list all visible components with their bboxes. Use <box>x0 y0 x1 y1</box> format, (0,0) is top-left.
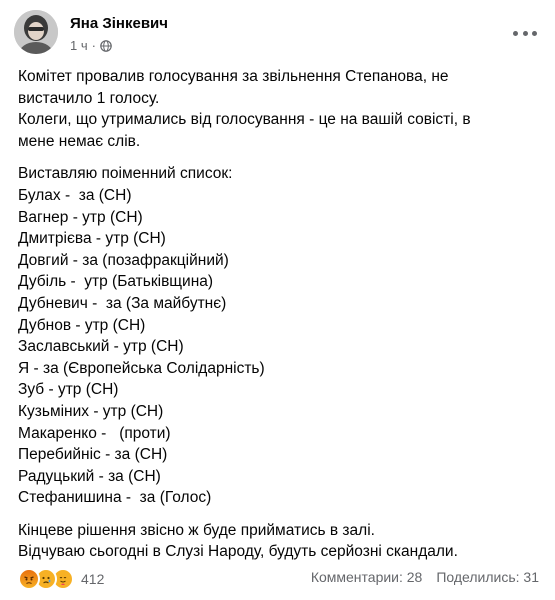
angry-reaction-icon <box>18 568 40 590</box>
vote-item: Зуб - утр (СН) <box>18 381 119 399</box>
vote-item: Дмитрієва - утр (СН) <box>18 230 166 248</box>
post-time[interactable]: 1 ч <box>70 38 88 53</box>
list-intro: Виставляю поіменний список: <box>18 165 233 183</box>
comments-count[interactable]: Комментарии: 28 <box>311 569 423 585</box>
vote-item: Вагнер - утр (СН) <box>18 208 143 226</box>
text-line: мене немає слів. <box>18 132 141 150</box>
text-line: Колеги, що утримались від голосування - … <box>18 111 471 129</box>
vote-item: Дубнов - утр (СН) <box>18 316 146 334</box>
vote-list: Виставляю поіменний список: Булах - за (… <box>18 163 538 509</box>
text-line: вистачило 1 голосу. <box>18 89 160 107</box>
vote-item: Макаренко - (проти) <box>18 424 171 442</box>
facebook-post: Яна Зінкевич 1 ч · Комітет провалив голо… <box>0 0 555 600</box>
vote-item: Стефанишина - за (Голос) <box>18 489 212 507</box>
post-footer: 412 Комментарии: 28 Поделились: 31 <box>18 566 541 590</box>
post-closing-paragraph: Кінцеве рішення звісно ж буде прийматись… <box>18 520 538 563</box>
globe-icon <box>100 39 112 52</box>
vote-item: Кузьміних - утр (СН) <box>18 402 164 420</box>
avatar[interactable] <box>14 10 58 54</box>
post-text: Комітет провалив голосування за звільнен… <box>18 66 538 563</box>
post-intro-paragraph: Комітет провалив голосування за звільнен… <box>18 66 538 152</box>
vote-item: Перебийніс - за (СН) <box>18 446 168 464</box>
vote-item: Радуцький - за (СН) <box>18 467 161 485</box>
text-line: Кінцеве рішення звісно ж буде прийматись… <box>18 521 375 539</box>
shares-count[interactable]: Поделились: 31 <box>436 569 539 585</box>
more-options-icon[interactable] <box>513 26 537 40</box>
post-meta: 1 ч · <box>70 38 112 53</box>
vote-item: Заславський - утр (СН) <box>18 338 184 356</box>
post-header: Яна Зінкевич 1 ч · <box>14 8 541 60</box>
vote-item: Довгий - за (позафракційний) <box>18 251 229 269</box>
vote-item: Дубіль - утр (Батьківщина) <box>18 273 214 291</box>
post-stats: Комментарии: 28 Поделились: 31 <box>311 569 539 585</box>
text-line: Відчуваю сьогодні в Слузі Народу, будуть… <box>18 543 458 561</box>
vote-item: Дубневич - за (За майбутнє) <box>18 294 227 312</box>
vote-item: Булах - за (СН) <box>18 186 132 204</box>
vote-item: Я - за (Європейська Солідарність) <box>18 359 265 377</box>
reaction-count[interactable]: 412 <box>81 571 104 587</box>
author-name[interactable]: Яна Зінкевич <box>70 15 168 32</box>
text-line: Комітет провалив голосування за звільнен… <box>18 68 449 85</box>
reactions-summary[interactable]: 412 <box>18 568 104 590</box>
